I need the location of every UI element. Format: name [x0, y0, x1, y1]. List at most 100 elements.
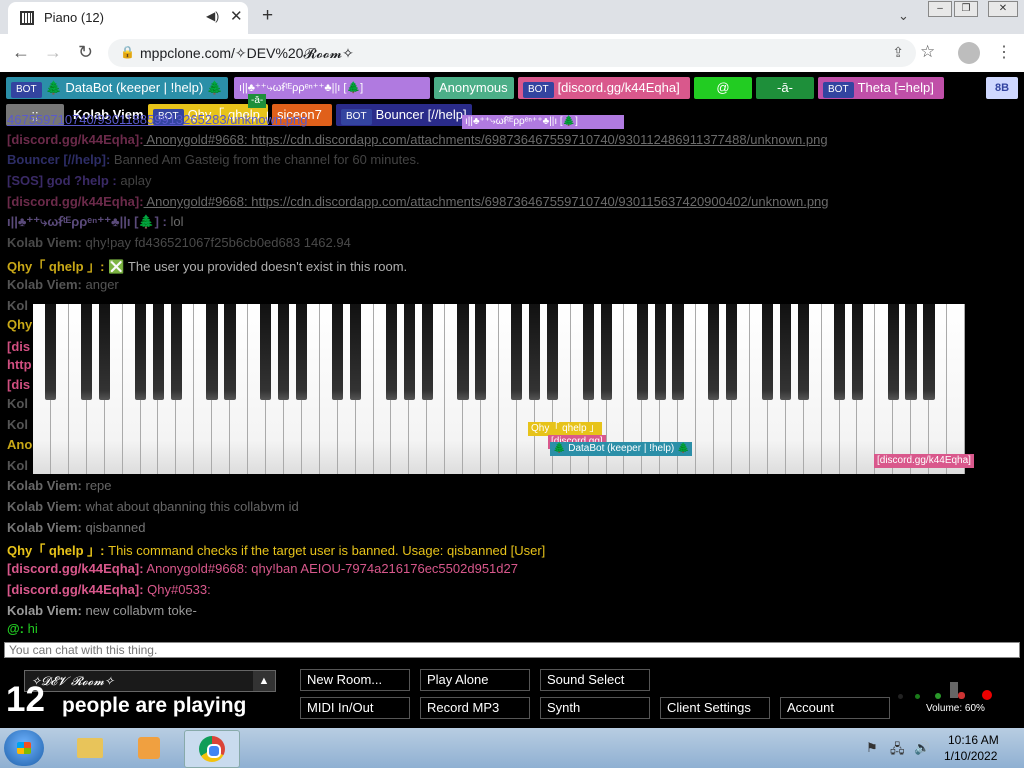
file-explorer-icon[interactable]: [62, 730, 116, 766]
black-key[interactable]: [672, 304, 684, 400]
forward-icon[interactable]: →: [44, 42, 62, 63]
piano-cursor-label: 🌲 DataBot (keeper | !help) 🌲: [550, 442, 693, 456]
chat-link[interactable]: 467559710740/930118859913265283/unknown.…: [7, 112, 308, 127]
user-badge-at[interactable]: @: [694, 77, 752, 99]
share-icon[interactable]: ⇪: [892, 44, 904, 61]
chat-link[interactable]: Anonygold#9668: https://cdn.discordapp.c…: [144, 132, 827, 147]
black-key[interactable]: [475, 304, 487, 400]
black-key[interactable]: [296, 304, 308, 400]
chrome-icon[interactable]: [184, 730, 240, 768]
black-key[interactable]: [170, 304, 182, 400]
new-tab-button[interactable]: +: [262, 5, 273, 27]
client-settings-button[interactable]: Client Settings: [660, 697, 770, 719]
record-mp3-button[interactable]: Record MP3: [420, 697, 530, 719]
volume-tray-icon[interactable]: 🔊: [914, 740, 930, 756]
black-key[interactable]: [833, 304, 845, 400]
black-key[interactable]: [457, 304, 469, 400]
browser-tab[interactable]: Piano (12) ◀) ✕: [8, 2, 248, 34]
black-key[interactable]: [45, 304, 57, 400]
user-badge-8b[interactable]: 8B: [986, 77, 1018, 99]
black-key[interactable]: [511, 304, 523, 400]
back-icon[interactable]: ←: [12, 42, 30, 63]
volume-slider[interactable]: [950, 682, 958, 698]
black-key[interactable]: [278, 304, 290, 400]
profile-avatar[interactable]: [958, 42, 980, 64]
black-key[interactable]: [887, 304, 899, 400]
black-key[interactable]: [762, 304, 774, 400]
minimize-button[interactable]: –: [928, 1, 952, 17]
midi-button[interactable]: MIDI In/Out: [300, 697, 410, 719]
piano-keys[interactable]: [33, 304, 965, 474]
black-key[interactable]: [547, 304, 559, 400]
black-key[interactable]: [529, 304, 541, 400]
user-badge-theta[interactable]: BOT Theta [=help]: [818, 77, 944, 99]
synth-button[interactable]: Synth: [540, 697, 650, 719]
network-icon[interactable]: 🖧: [890, 740, 905, 762]
user-badge-discord[interactable]: BOT [discord.gg/k44Eqha]: [518, 77, 690, 99]
chat-author: @:: [7, 621, 25, 636]
reload-icon[interactable]: ↻: [78, 42, 93, 63]
black-key[interactable]: [421, 304, 433, 400]
black-key[interactable]: [636, 304, 648, 400]
black-key[interactable]: [797, 304, 810, 400]
bookmark-star-icon[interactable]: ☆: [920, 42, 935, 62]
black-key[interactable]: [905, 304, 917, 400]
black-key[interactable]: [134, 304, 146, 400]
piano-keyboard[interactable]: [33, 304, 965, 474]
chevron-up-icon[interactable]: ▲: [253, 671, 275, 691]
black-key[interactable]: [403, 304, 415, 400]
black-key[interactable]: [654, 304, 666, 400]
user-badge-databot[interactable]: BOT 🌲 DataBot (keeper | !help) 🌲: [6, 77, 228, 99]
maximize-button[interactable]: ❐: [954, 1, 978, 17]
black-key[interactable]: [81, 304, 93, 400]
lock-icon[interactable]: 🔒: [120, 45, 135, 59]
black-key[interactable]: [851, 304, 863, 400]
black-key[interactable]: [726, 304, 738, 400]
black-key[interactable]: [331, 304, 344, 400]
chat-author: Kolab Viem:: [7, 277, 82, 292]
sound-select-button[interactable]: Sound Select: [540, 669, 650, 691]
chat-author: [SOS] god ?help :: [7, 173, 117, 188]
chat-author: Ano: [7, 437, 33, 452]
speaker-icon[interactable]: ◀): [206, 9, 219, 23]
clock-time[interactable]: 10:16 AM: [948, 733, 999, 747]
black-key[interactable]: [260, 304, 272, 400]
white-key[interactable]: [947, 304, 965, 474]
address-bar[interactable]: 🔒 mppclone.com/✧DEV%20𝓡𝓸𝓸𝓶✧ ⇪: [108, 39, 916, 67]
black-key[interactable]: [206, 304, 218, 400]
black-key[interactable]: [780, 304, 792, 400]
black-key[interactable]: [708, 304, 720, 400]
account-button[interactable]: Account: [780, 697, 890, 719]
user-badge-a[interactable]: -ā-: [756, 77, 814, 99]
new-room-button[interactable]: New Room...: [300, 669, 410, 691]
chat-input[interactable]: [4, 642, 1020, 658]
action-center-icon[interactable]: ⚑: [866, 740, 878, 756]
black-key[interactable]: [349, 304, 361, 400]
user-badge-anonymous[interactable]: Anonymous: [434, 77, 514, 99]
black-key[interactable]: [600, 304, 612, 400]
bot-tag: BOT: [823, 82, 854, 98]
clock-date[interactable]: 1/10/2022: [944, 749, 997, 763]
close-window-button[interactable]: ✕: [988, 1, 1018, 17]
black-key[interactable]: [923, 304, 935, 400]
room-select[interactable]: ✧𝓓𝓔𝓥 𝓡𝓸𝓸𝓶✧ ▲: [24, 670, 276, 692]
chat-author: [dis: [7, 377, 31, 392]
url-text[interactable]: mppclone.com/✧DEV%20𝓡𝓸𝓸𝓶✧: [140, 45, 354, 62]
user-name: Bouncer [//help]: [375, 107, 467, 122]
black-key[interactable]: [582, 304, 594, 400]
chat-link[interactable]: Anonygold#9668: https://cdn.discordapp.c…: [144, 194, 828, 209]
play-alone-button[interactable]: Play Alone: [420, 669, 530, 691]
chat-author: Qhy「 qhelp 」:: [7, 543, 105, 558]
user-name: -ā-: [777, 80, 793, 95]
black-key[interactable]: [98, 304, 111, 400]
player-count-text: people are playing: [62, 694, 247, 717]
black-key[interactable]: [385, 304, 397, 400]
start-button[interactable]: [4, 730, 44, 766]
black-key[interactable]: [152, 304, 164, 400]
close-tab-icon[interactable]: ✕: [230, 7, 243, 25]
media-player-icon[interactable]: [122, 730, 176, 766]
user-badge-bouncer[interactable]: BOT Bouncer [//help]: [336, 104, 472, 126]
browser-menu-icon[interactable]: ⋮: [996, 42, 1012, 62]
black-key[interactable]: [224, 304, 236, 400]
tab-search-icon[interactable]: ⌄: [898, 8, 909, 24]
